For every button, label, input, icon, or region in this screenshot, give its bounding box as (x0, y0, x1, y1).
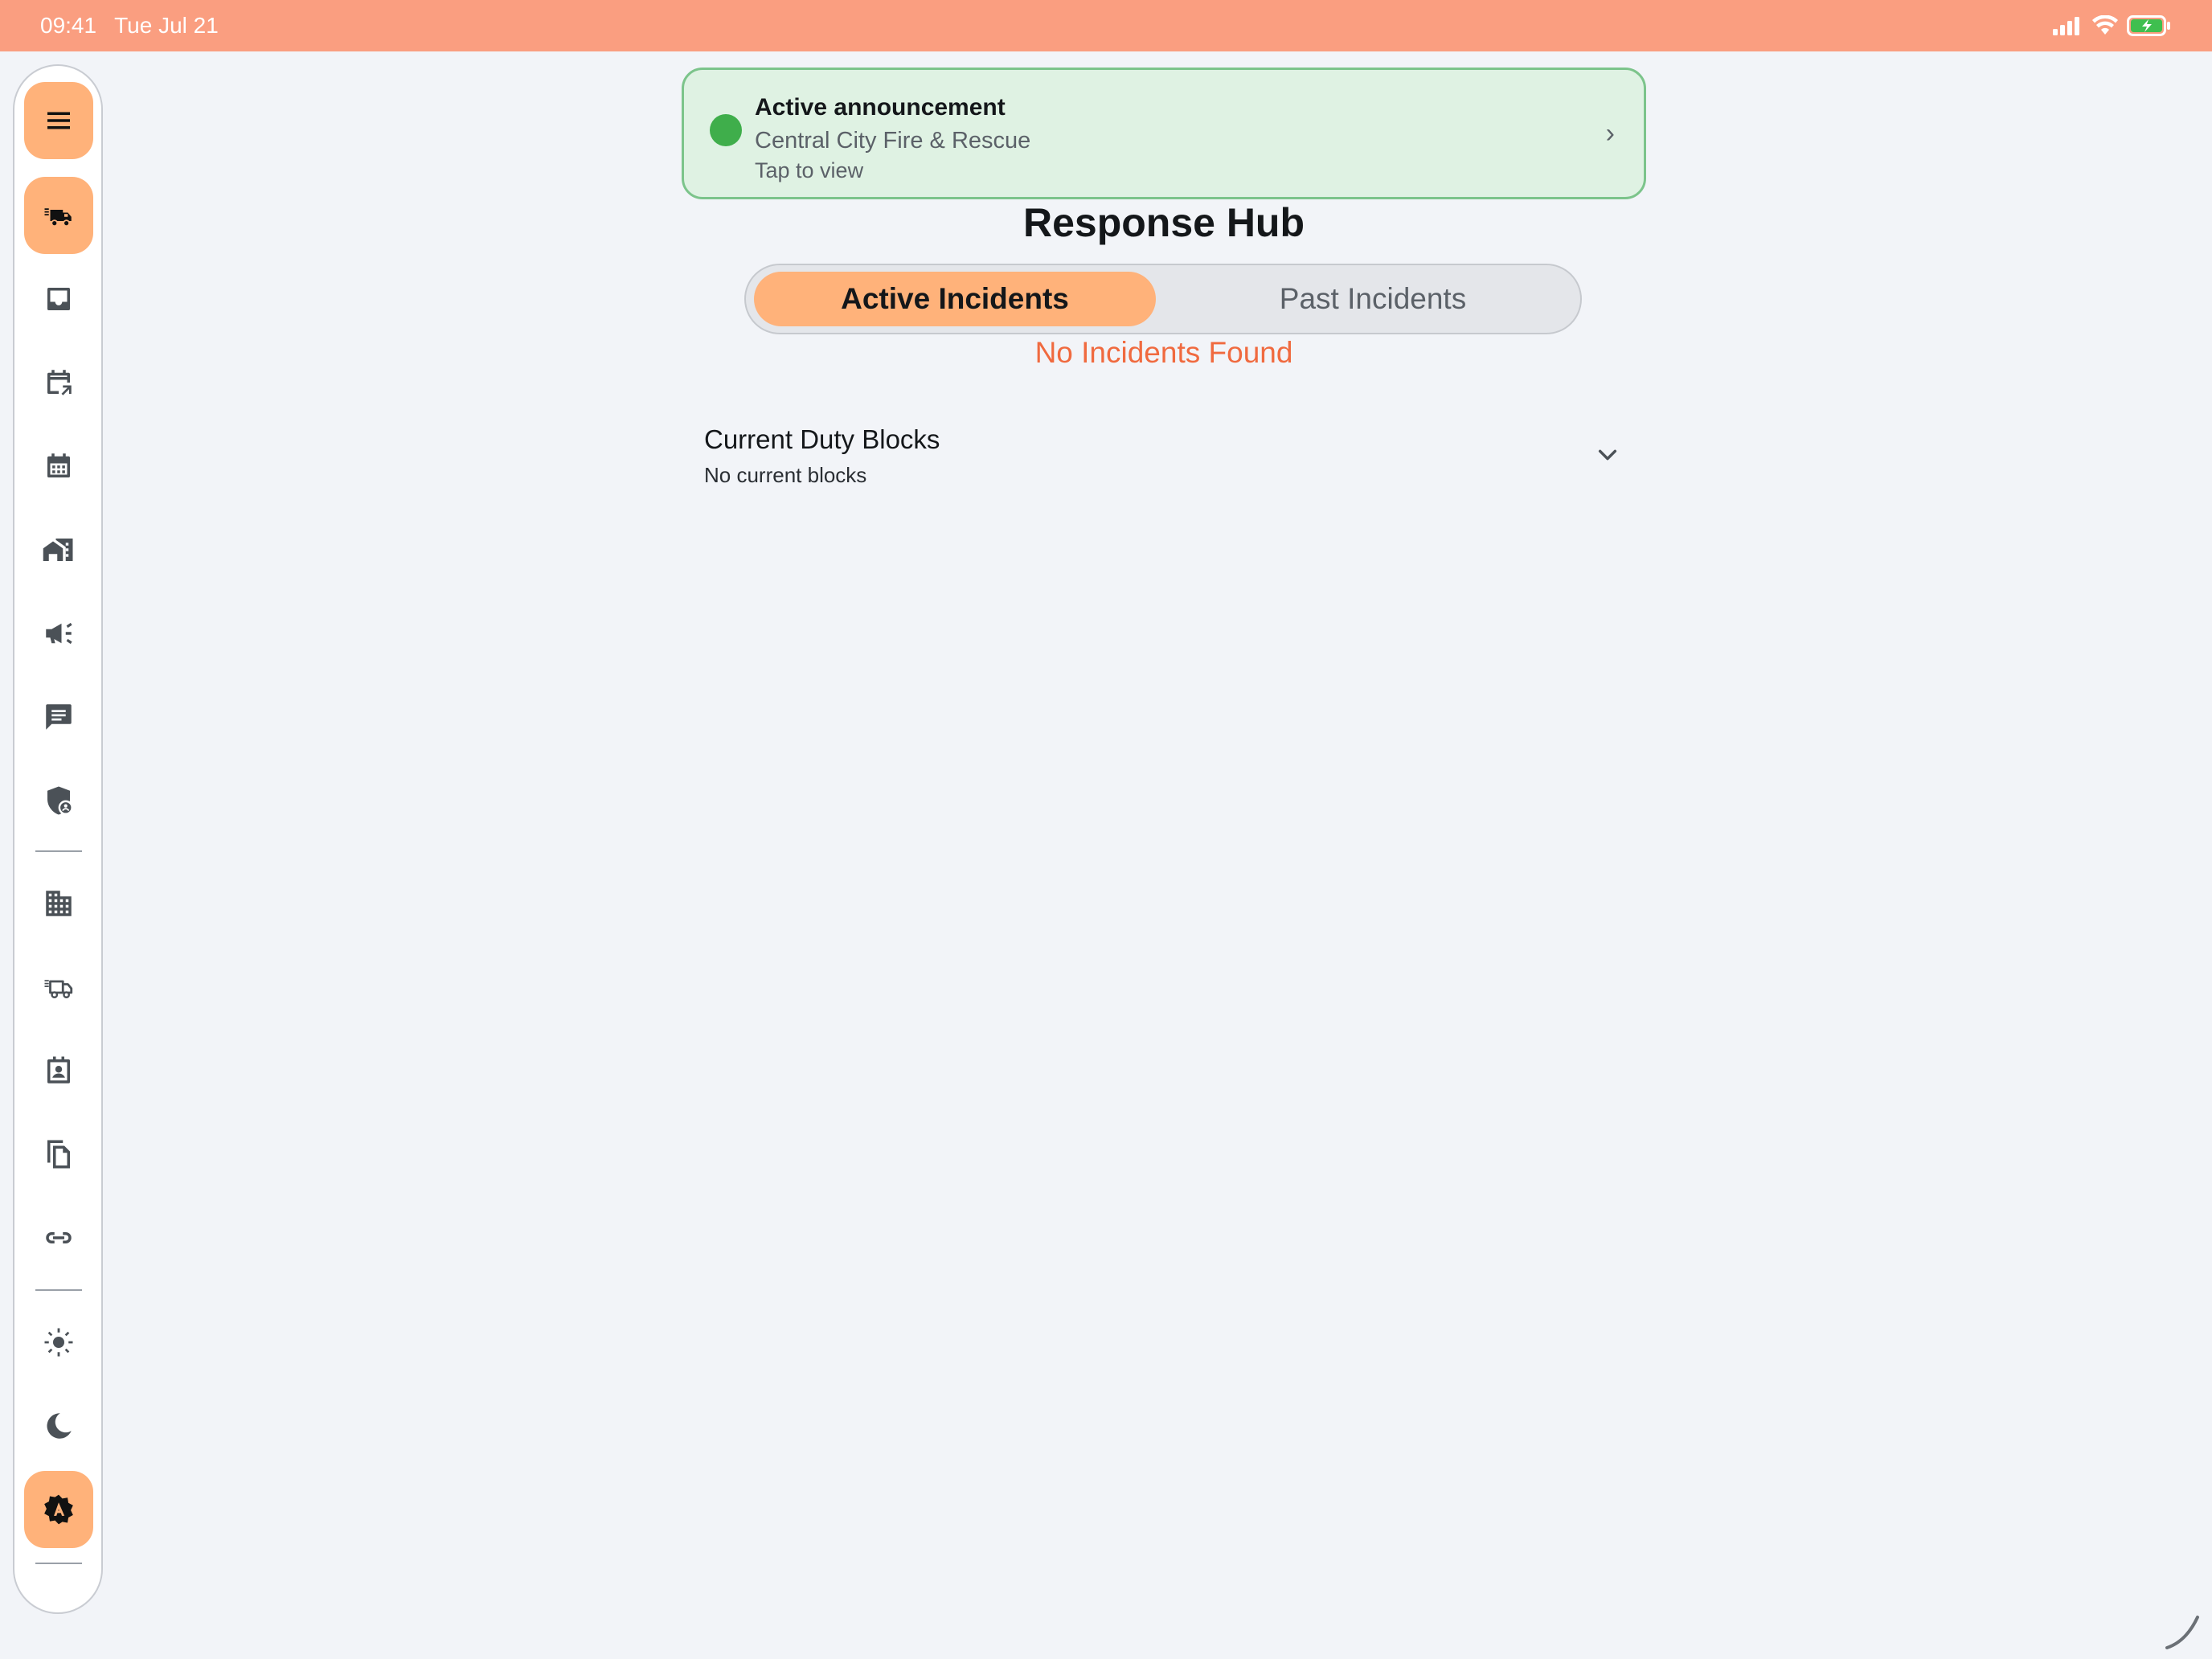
chevron-down-icon (1598, 449, 1617, 461)
inbox-icon (47, 288, 70, 310)
active-announcement-banner[interactable]: Active announcement Central City Fire & … (682, 68, 1646, 199)
shield-person-icon (47, 786, 73, 815)
hamburger-menu-icon (47, 112, 70, 129)
wifi-icon (2092, 15, 2118, 35)
sidebar-nav (13, 64, 103, 1614)
home-work-icon (43, 539, 73, 561)
megaphone-icon (46, 622, 72, 645)
sidebar-item-links[interactable] (24, 1199, 93, 1276)
dark-theme-button[interactable] (24, 1387, 93, 1464)
light-theme-button[interactable] (24, 1304, 93, 1381)
calendar-icon (47, 453, 70, 477)
sidebar-divider (35, 850, 82, 852)
sun-icon (44, 1328, 73, 1357)
status-time: 09:41 (40, 13, 97, 38)
status-date: Tue Jul 21 (114, 13, 219, 38)
chat-icon (46, 704, 72, 730)
auto-theme-button[interactable] (24, 1471, 93, 1548)
chevron-right-icon: › (1605, 118, 1615, 149)
status-time-date: 09:41 Tue Jul 21 (40, 13, 219, 39)
resize-handle-icon[interactable] (2162, 1612, 2202, 1653)
announcement-organization: Central City Fire & Rescue (755, 128, 1031, 154)
tab-active-incidents[interactable]: Active Incidents (754, 272, 1156, 326)
sidebar-item-announcements[interactable] (24, 595, 93, 672)
announcement-title: Active announcement (755, 94, 1006, 121)
page-title: Response Hub (1022, 200, 1305, 245)
battery-charging-icon (2127, 15, 2170, 36)
incident-tabs: Active Incidents Past Incidents (744, 264, 1582, 334)
documents-icon (47, 1140, 70, 1169)
sidebar-divider (35, 1563, 82, 1564)
menu-button[interactable] (24, 82, 93, 159)
sidebar-item-calendar[interactable] (24, 428, 93, 505)
no-incidents-message: No Incidents Found (1034, 336, 1293, 369)
auto-theme-icon (44, 1494, 73, 1525)
moon-icon (47, 1413, 72, 1439)
fire-truck-outline-icon (44, 980, 73, 998)
duty-blocks-subtitle: No current blocks (704, 463, 867, 487)
sidebar-item-apparatus[interactable] (24, 948, 93, 1026)
tab-past-incidents[interactable]: Past Incidents (1172, 272, 1574, 326)
duty-blocks-title: Current Duty Blocks (704, 424, 940, 454)
sidebar-divider (35, 1289, 82, 1291)
sidebar-item-organizations[interactable] (24, 865, 93, 942)
contact-card-icon (47, 1056, 70, 1083)
sidebar-item-contacts[interactable] (24, 1032, 93, 1109)
status-indicators (2051, 14, 2172, 37)
sidebar-item-admin[interactable] (24, 762, 93, 839)
building-icon (46, 891, 72, 916)
link-icon (46, 1232, 72, 1243)
announcement-hint: Tap to view (755, 158, 864, 182)
cellular-signal-icon (2053, 17, 2079, 35)
sidebar-item-documents[interactable] (24, 1116, 93, 1193)
live-status-dot (710, 114, 742, 146)
sidebar-item-stations[interactable] (24, 511, 93, 588)
calendar-arrow-icon (47, 370, 72, 395)
duty-blocks-section[interactable]: Current Duty Blocks No current blocks (704, 418, 1628, 498)
sidebar-item-inbox[interactable] (24, 260, 93, 338)
sidebar-item-messages[interactable] (24, 678, 93, 756)
status-bar: 09:41 Tue Jul 21 (0, 0, 2212, 51)
